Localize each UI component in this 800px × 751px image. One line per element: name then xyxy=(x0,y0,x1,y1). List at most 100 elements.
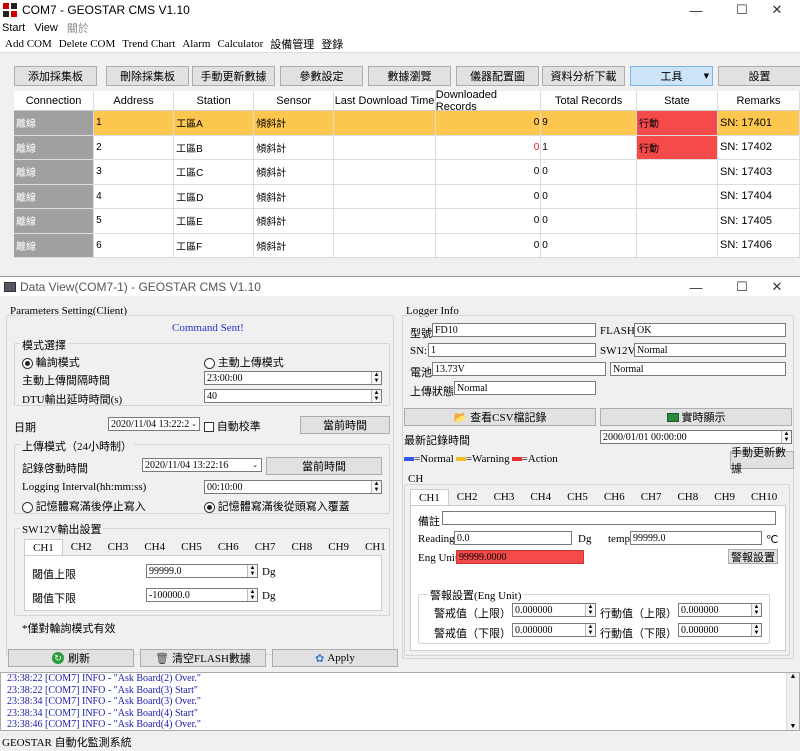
scroll-down-icon[interactable]: ▼ xyxy=(790,723,797,730)
column-header[interactable]: Sensor xyxy=(254,91,335,110)
poll-mode-label: 輪詢模式 xyxy=(35,357,80,369)
clear-flash-button[interactable]: 🗑 清空FLASH數據 xyxy=(140,649,266,667)
column-header[interactable]: Address xyxy=(94,91,175,110)
tab-ch5[interactable]: CH5 xyxy=(559,489,596,505)
menu-add-com[interactable]: Add COM xyxy=(5,38,52,50)
add-board-button[interactable]: 添加採集板 xyxy=(14,66,97,86)
column-header[interactable]: Downloaded Records xyxy=(436,89,542,113)
upper-input[interactable]: 99999.0 ▲ ▼ xyxy=(146,564,258,578)
tab-ch9[interactable]: CH9 xyxy=(320,539,357,555)
instrument-config-button[interactable]: 儀器配置圖 xyxy=(456,66,539,86)
dtu-delay-input[interactable]: 40 ▲ ▼ xyxy=(204,389,382,403)
auto-calib-checkbox[interactable]: 自動校準 xyxy=(204,418,261,434)
column-header[interactable]: State xyxy=(637,91,718,110)
tools-dropdown[interactable]: 工具 ▼ xyxy=(630,66,713,86)
tab-ch8[interactable]: CH8 xyxy=(669,489,706,505)
radio-mem-stop[interactable]: 記憶體寫滿後停止寫入 xyxy=(22,498,146,514)
radio-upload-mode[interactable]: 主動上傳模式 xyxy=(204,354,284,370)
column-header[interactable]: Station xyxy=(174,91,255,110)
spinner-icon[interactable]: ▲ ▼ xyxy=(585,624,595,636)
tab-ch3[interactable]: CH3 xyxy=(486,489,523,505)
lower-input[interactable]: -100000.0 ▲ ▼ xyxy=(146,588,258,602)
record-start-picker[interactable]: 2020/11/04 13:22:16 ⌄ xyxy=(142,458,262,472)
menu-trend-chart[interactable]: Trend Chart xyxy=(122,38,175,50)
log-panel[interactable]: 23:38:22 [COM7] INFO - "Ask Board(2) Ove… xyxy=(0,672,800,731)
menu-calculator[interactable]: Calculator xyxy=(217,38,263,50)
radio-mem-overwrite[interactable]: 記憶體寫滿後從頭寫入覆蓋 xyxy=(204,498,350,514)
tab-ch7[interactable]: CH7 xyxy=(633,489,670,505)
menu-alarm[interactable]: Alarm xyxy=(182,38,210,50)
menu-device-mgmt[interactable]: 設備管理 xyxy=(270,36,314,52)
table-row[interactable]: 離線 4 工區D 傾斜計 0 0 SN: 17404 xyxy=(14,184,800,209)
logging-interval-input[interactable]: 00:10:00 ▲ ▼ xyxy=(204,480,382,494)
tab-ch4[interactable]: CH4 xyxy=(522,489,559,505)
spinner-icon[interactable]: ▲ ▼ xyxy=(751,604,761,616)
analysis-download-button[interactable]: 資料分析下載 xyxy=(542,66,625,86)
column-header[interactable]: Total Records xyxy=(541,91,637,110)
table-row[interactable]: 離線 1 工區A 傾斜計 0 9 行動 SN: 17401 xyxy=(14,111,800,136)
apply-button[interactable]: ✿ Apply xyxy=(272,649,398,667)
warn-lower-input[interactable]: 0.000000 ▲ ▼ xyxy=(512,623,596,637)
spinner-icon[interactable]: ▲ ▼ xyxy=(781,431,791,443)
spinner-icon[interactable]: ▲ ▼ xyxy=(371,481,381,493)
table-row[interactable]: 離線 3 工區C 傾斜計 0 0 SN: 17403 xyxy=(14,160,800,185)
tab-ch10[interactable]: CH10 xyxy=(743,489,785,505)
refresh-button[interactable]: ↻ 刷新 xyxy=(8,649,134,667)
dv-minimize-icon[interactable]: — xyxy=(673,277,719,297)
spinner-icon[interactable]: ▲ ▼ xyxy=(585,604,595,616)
date-picker[interactable]: 2020/11/04 13:22:2 ⌄ xyxy=(108,417,200,431)
tab-ch1[interactable]: CH1 xyxy=(24,539,63,555)
minimize-icon[interactable]: — xyxy=(673,0,719,20)
tab-ch5[interactable]: CH5 xyxy=(173,539,210,555)
tab-ch4[interactable]: CH4 xyxy=(136,539,173,555)
tab-ch2[interactable]: CH2 xyxy=(63,539,100,555)
param-setting-button[interactable]: 參數設定 xyxy=(280,66,363,86)
settings-button[interactable]: 設置 xyxy=(718,66,800,86)
spinner-icon[interactable]: ▲ ▼ xyxy=(751,624,761,636)
tab-ch7[interactable]: CH7 xyxy=(247,539,284,555)
tab-ch1[interactable]: CH1 xyxy=(410,489,449,505)
tab-ch10[interactable]: CH1 xyxy=(357,539,394,555)
tab-ch6[interactable]: CH6 xyxy=(596,489,633,505)
data-browse-button[interactable]: 數據瀏覽 xyxy=(368,66,451,86)
menu-view[interactable]: View xyxy=(34,22,58,34)
spinner-icon[interactable]: ▲ ▼ xyxy=(371,390,381,402)
table-row[interactable]: 離線 2 工區B 傾斜計 0 1 行動 SN: 17402 xyxy=(14,135,800,160)
current-time-button-2[interactable]: 當前時間 xyxy=(266,457,382,475)
scroll-up-icon[interactable]: ▲ xyxy=(790,673,797,680)
spinner-icon[interactable]: ▲ ▼ xyxy=(247,589,257,601)
delete-board-button[interactable]: 刪除採集板 xyxy=(106,66,189,86)
manual-update-button[interactable]: 手動更新數據 xyxy=(192,66,275,86)
tab-ch8[interactable]: CH8 xyxy=(283,539,320,555)
menu-delete-com[interactable]: Delete COM xyxy=(59,38,116,50)
spinner-icon[interactable]: ▲ ▼ xyxy=(247,565,257,577)
close-icon[interactable]: ✕ xyxy=(754,0,800,20)
alarm-setting-button[interactable]: 警報設置 xyxy=(728,549,778,564)
remark-input[interactable] xyxy=(442,511,776,525)
tab-ch9[interactable]: CH9 xyxy=(706,489,743,505)
upload-interval-input[interactable]: 23:00:00 ▲ ▼ xyxy=(204,371,382,385)
latest-record-field[interactable]: 2000/01/01 00:00:00 ▲ ▼ xyxy=(600,430,792,444)
manual-update-button-2[interactable]: 手動更新數據 xyxy=(730,447,794,475)
table-row[interactable]: 離線 6 工區F 傾斜計 0 0 SN: 17406 xyxy=(14,233,800,258)
table-row[interactable]: 離線 5 工區E 傾斜計 0 0 SN: 17405 xyxy=(14,209,800,234)
radio-poll-mode[interactable]: 輪詢模式 xyxy=(22,354,80,370)
act-lower-input[interactable]: 0.000000 ▲ ▼ xyxy=(678,623,762,637)
tab-ch2[interactable]: CH2 xyxy=(449,489,486,505)
warn-upper-input[interactable]: 0.000000 ▲ ▼ xyxy=(512,603,596,617)
column-header[interactable]: Connection xyxy=(14,91,95,110)
menu-login[interactable]: 登錄 xyxy=(321,36,343,52)
tab-ch6[interactable]: CH6 xyxy=(210,539,247,555)
current-time-button[interactable]: 當前時間 xyxy=(300,416,390,434)
spinner-icon[interactable]: ▲ ▼ xyxy=(371,372,381,384)
column-header[interactable]: Remarks xyxy=(718,91,800,110)
column-header[interactable]: Last Download Time xyxy=(334,91,436,110)
dv-close-icon[interactable]: ✕ xyxy=(754,277,800,297)
log-scrollbar[interactable]: ▲ ▼ xyxy=(786,673,799,730)
menu-start[interactable]: Start xyxy=(2,22,25,34)
view-csv-button[interactable]: 📂 查看CSV檔記錄 xyxy=(404,408,596,426)
act-upper-input[interactable]: 0.000000 ▲ ▼ xyxy=(678,603,762,617)
menu-about[interactable]: 關於 xyxy=(67,20,89,36)
tab-ch3[interactable]: CH3 xyxy=(100,539,137,555)
realtime-button[interactable]: 實時顯示 xyxy=(600,408,792,426)
